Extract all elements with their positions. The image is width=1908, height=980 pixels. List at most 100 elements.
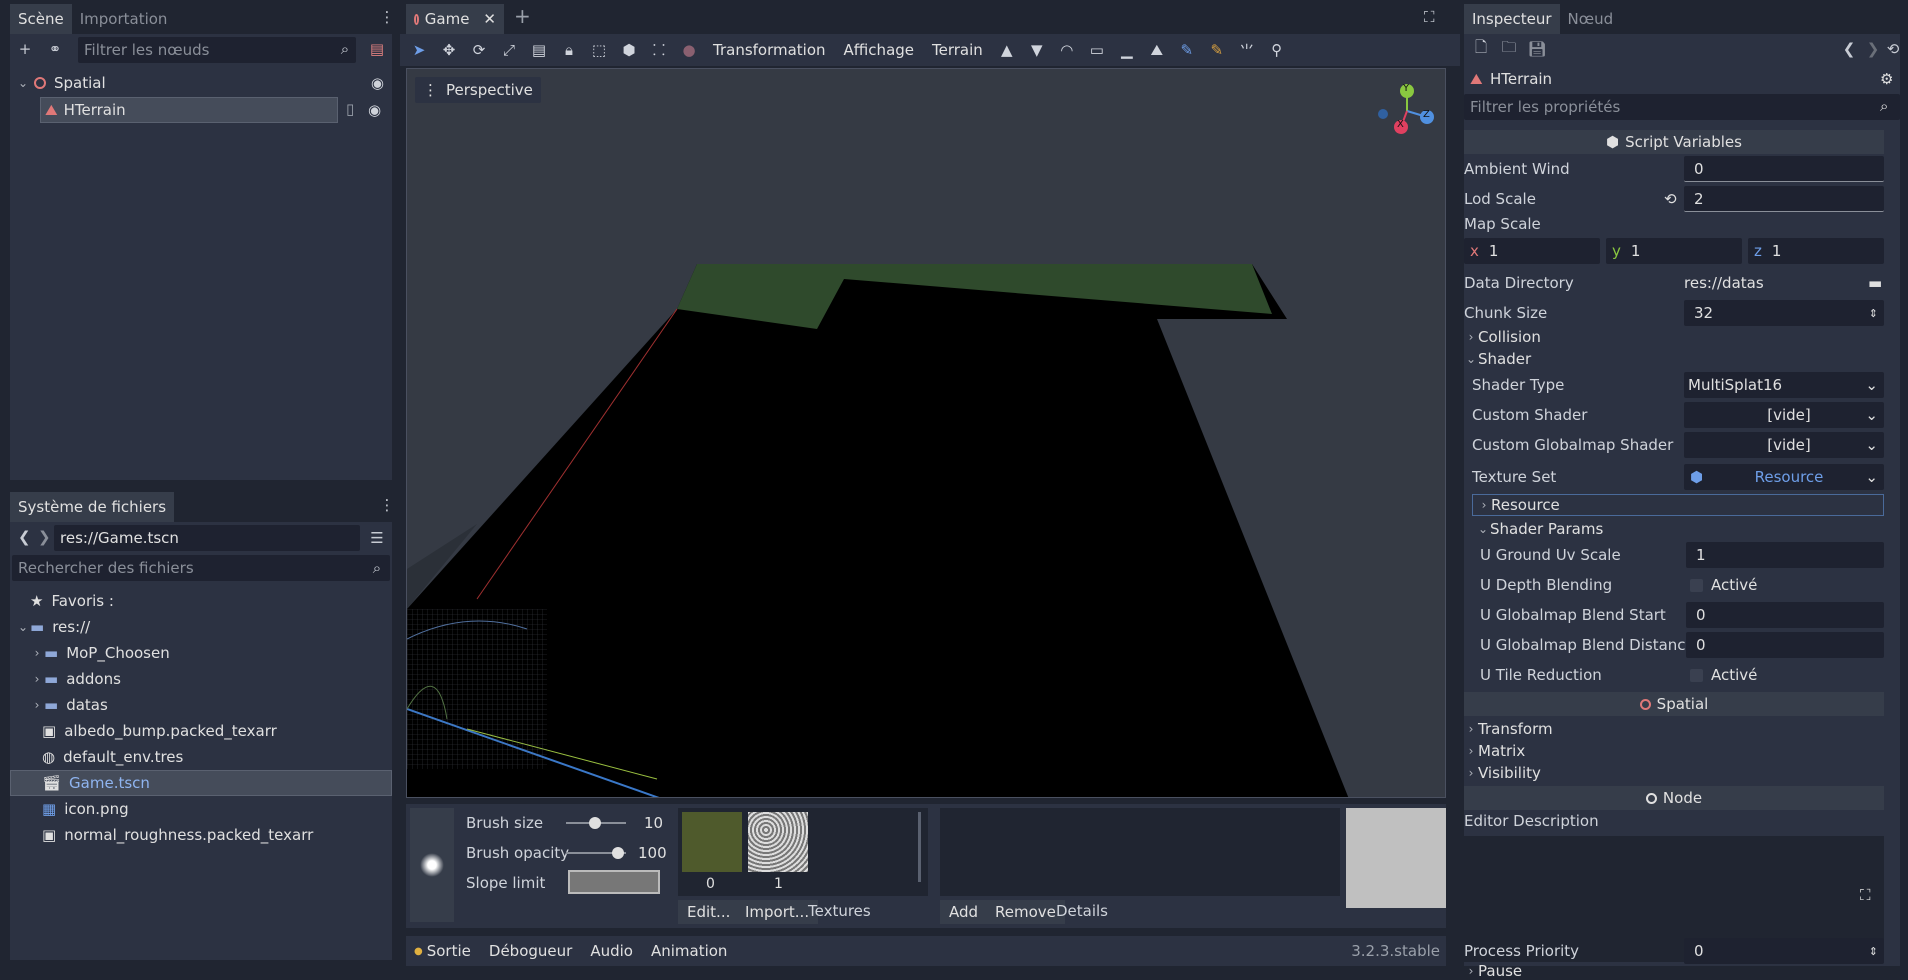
tab-debugger[interactable]: Débogueur <box>480 942 581 960</box>
move-tool-icon[interactable]: ✥ <box>434 35 464 65</box>
u-gm-blend-start-field[interactable]: 0 <box>1686 602 1884 628</box>
map-scale-z[interactable]: z1 <box>1748 238 1884 264</box>
history-icon[interactable]: ⟲ <box>1880 36 1906 62</box>
3d-viewport[interactable]: ⋮ Perspective Y Z X <box>406 68 1446 798</box>
brush-shape-button[interactable] <box>410 808 454 922</box>
resource-fold[interactable]: › Resource <box>1472 494 1884 516</box>
tab-node[interactable]: Nœud <box>1560 4 1622 34</box>
path-field[interactable]: res://Game.tscn <box>54 525 360 551</box>
tab-inspector[interactable]: Inspecteur <box>1464 4 1560 34</box>
axis-gizmo[interactable]: Y Z X <box>1377 79 1445 149</box>
rotate-tool-icon[interactable]: ⟳ <box>464 35 494 65</box>
texture-set-picker[interactable]: ⬢ Resource ⌄ <box>1684 464 1884 490</box>
script-variables-header[interactable]: ⬢ Script Variables <box>1464 130 1884 154</box>
list-item[interactable]: › ▬ datas <box>10 692 392 718</box>
flatten-tool-icon[interactable]: ▁ <box>1112 35 1142 65</box>
add-tab-icon[interactable]: + <box>514 4 531 28</box>
select-tool-icon[interactable]: ➤ <box>404 35 434 65</box>
scale-tool-icon[interactable]: ⤢ <box>494 35 524 65</box>
node-section-header[interactable]: Node <box>1464 786 1884 810</box>
pause-fold[interactable]: › Pause <box>1464 962 1884 980</box>
list-item[interactable]: 🎬︎ Game.tscn <box>10 770 392 796</box>
close-icon[interactable]: ✕ <box>483 10 496 28</box>
tab-output[interactable]: Sortie <box>423 942 480 960</box>
process-priority-spinbox[interactable]: 0 ⇕ <box>1684 938 1884 964</box>
tab-game[interactable]: Game ✕ <box>406 4 504 34</box>
u-tile-reduction-checkbox[interactable]: Activé <box>1686 662 1884 688</box>
collision-fold[interactable]: › Collision <box>1464 326 1884 348</box>
tab-import[interactable]: Importation <box>72 4 176 34</box>
scrollbar[interactable] <box>918 812 921 882</box>
local-space-icon[interactable]: ⬢ <box>614 35 644 65</box>
lower-tool-icon[interactable]: ▼ <box>1022 35 1052 65</box>
lock-icon[interactable]: 🔒︎ <box>554 35 584 65</box>
dock-menu-icon[interactable]: ⋮ <box>374 4 400 30</box>
spatial-section-header[interactable]: Spatial <box>1464 692 1884 716</box>
camera-icon[interactable]: ● <box>674 35 704 65</box>
visibility-fold[interactable]: › Visibility <box>1464 762 1884 784</box>
list-item[interactable]: ▦ icon.png <box>10 796 392 822</box>
chevron-right-icon[interactable]: › <box>30 698 44 712</box>
chevron-down-icon[interactable]: ⌄ <box>16 76 30 90</box>
smooth-tool-icon[interactable]: ◠ <box>1052 35 1082 65</box>
tree-item-hterrain[interactable]: ⛰ HTerrain <box>40 97 338 123</box>
u-gm-blend-distance-field[interactable]: 0 <box>1686 632 1884 658</box>
tab-audio[interactable]: Audio <box>581 942 642 960</box>
save-icon[interactable]: 💾︎ <box>1524 36 1550 62</box>
detail-list[interactable] <box>940 808 1340 896</box>
erode-tool-icon[interactable]: ⛰ <box>1142 35 1172 65</box>
grass-tool-icon[interactable]: ⺌ <box>1232 35 1262 65</box>
snap-icon[interactable]: ⸬ <box>644 35 674 65</box>
menu-affichage[interactable]: Affichage <box>835 41 923 59</box>
chevron-down-icon[interactable]: ⌄ <box>16 620 30 634</box>
forward-icon[interactable]: ❯ <box>38 528 51 546</box>
spin-arrows-icon[interactable]: ⇕ <box>1869 945 1878 958</box>
list-item[interactable]: ⌄ ▬ res:// <box>10 614 392 640</box>
u-ground-uv-scale-field[interactable]: 1 <box>1686 542 1884 568</box>
object-settings-icon[interactable]: ⚙ <box>1880 70 1893 88</box>
script-icon[interactable]: ▤ <box>364 36 390 62</box>
expand-icon[interactable]: ⛶ <box>1860 886 1871 904</box>
chevron-right-icon[interactable]: › <box>30 646 44 660</box>
add-detail-button[interactable]: Add <box>940 900 988 924</box>
list-item[interactable]: ▣ normal_roughness.packed_texarr <box>10 822 392 848</box>
spin-arrows-icon[interactable]: ⇕ <box>1869 307 1878 320</box>
scene-filter-input[interactable]: Filtrer les nœuds <box>78 37 356 63</box>
split-mode-icon[interactable]: ☰ <box>364 525 390 551</box>
brush-size-slider[interactable] <box>566 817 626 829</box>
list-item[interactable]: › ▬ addons <box>10 666 392 692</box>
raise-tool-icon[interactable]: ▲ <box>992 35 1022 65</box>
slider-grabber[interactable] <box>588 817 601 829</box>
script-attached-icon[interactable]: ▯ <box>346 100 354 118</box>
tab-animation[interactable]: Animation <box>642 942 736 960</box>
property-filter-input[interactable]: Filtrer les propriétés <box>1464 94 1900 120</box>
new-resource-icon[interactable]: 🗋︎ <box>1468 36 1494 62</box>
list-item[interactable]: › ▬ MoP_Choosen <box>10 640 392 666</box>
folder-icon[interactable]: ▬ <box>1868 274 1882 292</box>
edit-textures-button[interactable]: Edit... <box>678 900 740 924</box>
visibility-eye-icon[interactable]: ◉ <box>368 101 381 119</box>
map-scale-x[interactable]: x1 <box>1464 238 1600 264</box>
open-folder-icon[interactable]: 🗀︎ <box>1496 36 1522 62</box>
minimap[interactable] <box>1346 808 1446 908</box>
tree-item-spatial[interactable]: ⌄ Spatial ◉ <box>10 70 390 96</box>
history-back-icon[interactable]: ❮ <box>1836 36 1862 62</box>
fullscreen-icon[interactable]: ⛶ <box>1424 8 1435 26</box>
menu-transformation[interactable]: Transformation <box>704 41 835 59</box>
u-depth-blending-checkbox[interactable]: Activé <box>1686 572 1884 598</box>
tab-filesystem[interactable]: Système de fichiers <box>10 492 175 522</box>
remove-detail-button[interactable]: Remove <box>986 900 1065 924</box>
paint-tool-icon[interactable]: ✎ <box>1172 35 1202 65</box>
shader-type-dropdown[interactable]: MultiSplat16 ⌄ <box>1684 372 1884 398</box>
slider-grabber[interactable] <box>612 847 624 859</box>
list-item[interactable]: ★ Favoris : <box>10 588 392 614</box>
revert-icon[interactable]: ⟲ <box>1664 190 1677 208</box>
slope-limit-range[interactable] <box>568 870 660 894</box>
tab-scene[interactable]: Scène <box>10 4 72 34</box>
import-textures-button[interactable]: Import... <box>736 900 819 924</box>
list-item[interactable]: ▣ albedo_bump.packed_texarr <box>10 718 392 744</box>
texture-thumb-0[interactable] <box>682 812 742 872</box>
texture-thumb-1[interactable] <box>748 812 808 872</box>
perspective-menu[interactable]: ⋮ Perspective <box>415 77 541 103</box>
ambient-wind-field[interactable]: 0 <box>1684 156 1884 182</box>
